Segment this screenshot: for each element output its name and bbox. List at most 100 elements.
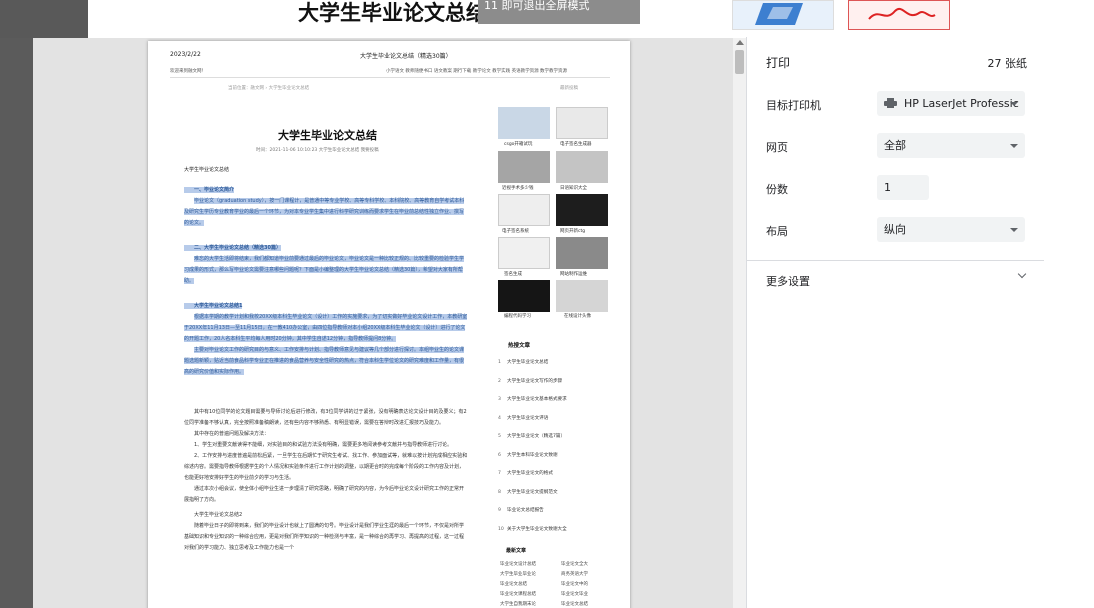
background-thumb-signature	[848, 0, 950, 30]
list-item: 2 大学生毕业论文写作的步骤	[498, 378, 563, 384]
list-item: 毕业论文总结	[561, 602, 588, 607]
new-articles-title: 最新文章	[506, 548, 527, 554]
list-item: 1 大学生毕业论文总结	[498, 360, 549, 365]
settings-divider	[747, 260, 1045, 261]
copies-label: 份数	[766, 183, 788, 196]
list-item: 7 大学生毕业论文的格式	[498, 471, 553, 476]
list-item: 毕业论文总结	[500, 582, 527, 587]
signature-sample-icon	[868, 8, 936, 20]
site-welcome: 欢迎来到融文网！	[170, 69, 206, 74]
copies-input[interactable]: 1	[877, 175, 929, 200]
pages-value: 全部	[884, 139, 906, 152]
list-item: 8 大学生毕业论文提纲范文	[498, 489, 558, 495]
section-4-heading: 大学生毕业论文总结2	[194, 512, 243, 518]
list-item: 毕业论文中的	[561, 582, 588, 587]
list-item: 10 关于大学生毕业论文致谢大全	[498, 526, 567, 532]
thumb-image-7	[498, 237, 550, 269]
preview-scrollbar[interactable]	[733, 38, 746, 608]
scroll-up-arrow-icon[interactable]	[736, 40, 744, 45]
section-1-heading: 一、毕业论文简介	[184, 187, 235, 193]
layout-select[interactable]: 纵向	[877, 217, 1025, 242]
copies-row: 份数 1	[766, 175, 1028, 201]
destination-label: 目标打印机	[766, 99, 821, 112]
thumb-image-8	[556, 237, 608, 269]
background-page-title: 大学生毕业论文总结	[298, 1, 487, 25]
list-item: 4 大学生毕业论文评语	[498, 415, 549, 421]
print-preview-window: 大学生毕业论文总结 11 即可退出全屏模式 2023/2/22 大学生毕业论文总…	[0, 0, 1094, 608]
thumb-caption-2: 电子签名生成器	[560, 142, 592, 147]
section-3-heading: 大学生毕业论文总结1	[184, 303, 243, 309]
destination-select[interactable]: HP LaserJet Professic	[877, 91, 1025, 116]
thumb-image-9	[498, 280, 550, 312]
list-item: 毕业论文毕业	[561, 592, 588, 597]
pages-select[interactable]: 全部	[877, 133, 1025, 158]
thumb-image-5	[498, 194, 550, 226]
print-settings-panel: 打印 27 张纸 目标打印机 HP LaserJet Professic 网页 …	[746, 37, 1045, 608]
chevron-down-icon	[1017, 269, 1027, 279]
background-thumb-csgo	[732, 0, 834, 30]
thumb-caption-4: 日语知识大全	[560, 186, 587, 191]
layout-row: 布局 纵向	[766, 217, 1028, 243]
list-item: 商务英语大学	[561, 572, 588, 577]
site-nav: 小学语文 教师随便书口 语文教案 期行下载 教学论文 教学实践 英语教学资源 数…	[386, 69, 568, 74]
thumb-caption-9: 编程代码学习	[504, 314, 531, 319]
section-3-body-2: 主要对毕业论文工作的研究目的与意义、工作安排与计划、指导教师意见与建议等几个部分…	[184, 347, 465, 375]
paragraph-9: 随着毕业日子的即将到来，我们的毕业设计也就上了圆满的句号。毕业设计是我们学业生涯…	[184, 523, 465, 551]
section-2-heading: 二、大学生毕业论文总结（精选30篇）	[184, 245, 281, 251]
section-2-body: 难忘的大学生活即将结束，我们都知道毕业前要通过最后的毕业论文，毕业论文是一种比较…	[184, 256, 465, 284]
printer-icon	[884, 98, 897, 108]
hot-articles-list: 1 大学生毕业论文总结 2 大学生毕业论文写作的步骤 3 大学生毕业论文基本格式要求 …	[498, 359, 608, 544]
list-item: 9 毕业论文总结报告	[498, 508, 544, 513]
page-header-date: 2023/2/22	[170, 51, 201, 58]
section-1-body: 毕业论文（graduation study），按一门课程计，是普通中等专业学校、…	[184, 198, 465, 226]
panel-header: 打印 27 张纸	[747, 37, 1045, 87]
thumb-caption-10: 在线设计头像	[564, 314, 591, 319]
destination-value: HP LaserJet Professic	[904, 97, 1019, 110]
list-item: 5 大学生毕业论文（精选7篇）	[498, 434, 566, 439]
list-item: 毕业论文设计总结	[500, 562, 536, 567]
section-3-body: 根据本学期的教学计划和我校20XX级本科生毕业论文（设计）工作的实施要求，为了切…	[184, 314, 468, 342]
article-meta: 时间：2021-11-06 10:10:23 大学生毕业论文总结 我要投稿	[256, 148, 379, 153]
layout-label: 布局	[766, 225, 788, 238]
thumb-caption-5: 电子签名系统	[502, 229, 529, 234]
hot-articles-title: 热搜文章	[508, 343, 531, 349]
article-title: 大学生毕业论文总结	[278, 129, 377, 142]
thumb-image-2	[556, 107, 608, 139]
sheet-count: 27 张纸	[987, 57, 1028, 70]
header-divider	[170, 77, 610, 78]
preview-page: 2023/2/22 大学生毕业论文总结（精选30篇） 欢迎来到融文网！ 小学语文…	[148, 41, 630, 608]
paragraph-8: 通过本次小组会议，使全体小组毕业生进一步理清了研究思路，明确了研究的内容，为今后…	[184, 486, 465, 503]
fullscreen-exit-message: 11 即可退出全屏模式	[478, 0, 640, 24]
list-item: 大学生自我期末论	[500, 602, 536, 607]
section-1: 一、毕业论文简介 毕业论文（graduation study），按一门课程计，是…	[184, 185, 468, 229]
chevron-down-icon	[1010, 228, 1018, 232]
paragraph-5: 其中存在的普遍问题及解决方法：	[194, 431, 270, 437]
print-title: 打印	[766, 56, 791, 70]
thumb-caption-3: 近视手术多少钱	[502, 186, 534, 191]
background-page-edge	[1044, 38, 1094, 608]
pages-row: 网页 全部	[766, 133, 1028, 159]
thumb-image-1	[498, 107, 550, 139]
new-articles-col-1: 毕业论文设计总结 大学生毕业毕业论 毕业论文总结 毕业论文课程总结 大学生自我期…	[500, 560, 536, 608]
paragraph-6: 1、学生对重要文献读得不能细，对实验目的和试验方法没有明确，需要更多地阅读参考文…	[194, 442, 453, 448]
list-item: 毕业论文全大	[561, 562, 588, 567]
print-preview-area[interactable]: 2023/2/22 大学生毕业论文总结（精选30篇） 欢迎来到融文网！ 小学语文…	[33, 38, 746, 608]
section-3: 大学生毕业论文总结1 根据本学期的教学计划和我校20XX级本科生毕业论文（设计）…	[184, 301, 468, 378]
list-item: 毕业论文课程总结	[500, 592, 536, 597]
csgo-logo-icon	[755, 3, 803, 25]
more-settings-toggle[interactable]: 更多设置	[766, 269, 1028, 288]
thumb-caption-7: 签名生成	[504, 272, 522, 277]
list-item: 3 大学生毕业论文基本格式要求	[498, 397, 567, 402]
more-settings-label: 更多设置	[766, 275, 810, 288]
breadcrumb: 当前位置：融文网 › 大学生毕业论文总结	[228, 86, 310, 91]
page-header-title: 大学生毕业论文总结（精选30篇）	[360, 53, 452, 60]
list-item: 6 大学生本科毕业论文致谢	[498, 452, 558, 458]
thumb-image-4	[556, 151, 608, 183]
thumb-image-3	[498, 151, 550, 183]
scrollbar-thumb[interactable]	[735, 50, 744, 74]
section-2: 二、大学生毕业论文总结（精选30篇） 难忘的大学生活即将结束，我们都知道毕业前要…	[184, 243, 468, 287]
article-lead: 大学生毕业论文总结	[184, 167, 230, 173]
latest-submission-link: 最新投稿	[560, 86, 578, 91]
thumb-image-6	[556, 194, 608, 226]
new-articles-col-2: 毕业论文全大 商务英语大学 毕业论文中的 毕业论文毕业 毕业论文总结	[561, 560, 588, 608]
